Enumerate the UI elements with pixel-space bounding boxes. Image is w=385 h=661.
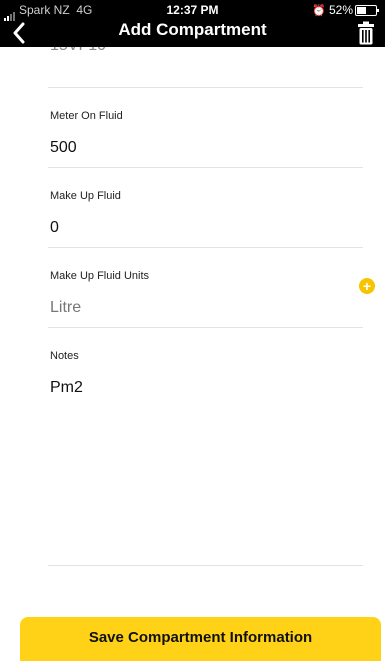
make-up-fluid-field[interactable]: Make Up Fluid 0: [48, 167, 363, 248]
notes-textarea[interactable]: Pm2: [50, 379, 83, 397]
make-up-fluid-input[interactable]: 0: [50, 219, 59, 237]
make-up-fluid-units-select[interactable]: Litre: [50, 299, 81, 317]
meter-on-fluid-field[interactable]: Meter On Fluid 500: [48, 87, 363, 168]
status-bar: Spark NZ 4G 12:37 PM ⏰ 52%: [0, 0, 385, 21]
field-label: Make Up Fluid: [50, 190, 121, 202]
navigation-bar: Add Compartment: [0, 18, 385, 47]
battery-fill: [357, 7, 367, 15]
field-label: Make Up Fluid Units: [50, 270, 150, 282]
plus-circle-icon: +: [362, 278, 372, 294]
previous-field-value: 15VF10: [50, 47, 106, 55]
make-up-fluid-units-field[interactable]: Make Up Fluid Units Litre +: [48, 247, 375, 328]
save-compartment-button[interactable]: Save Compartment Information: [20, 617, 381, 661]
trash-icon: [358, 21, 374, 44]
delete-button[interactable]: [353, 18, 379, 47]
battery-icon: [355, 5, 379, 17]
top-bar: Spark NZ 4G 12:37 PM ⏰ 52% Add Compartmen…: [0, 0, 385, 47]
field-label: Meter On Fluid: [50, 110, 123, 122]
battery-percent: 52%: [328, 3, 353, 17]
add-unit-button[interactable]: +: [359, 278, 375, 294]
previous-field-partial: 15VF10: [48, 47, 363, 88]
notes-field[interactable]: Notes Pm2: [48, 327, 363, 566]
page-title: Add Compartment: [118, 20, 267, 39]
field-label: Notes: [50, 350, 79, 362]
alarm-icon: ⏰: [312, 5, 326, 17]
meter-on-fluid-input[interactable]: 500: [50, 139, 77, 157]
